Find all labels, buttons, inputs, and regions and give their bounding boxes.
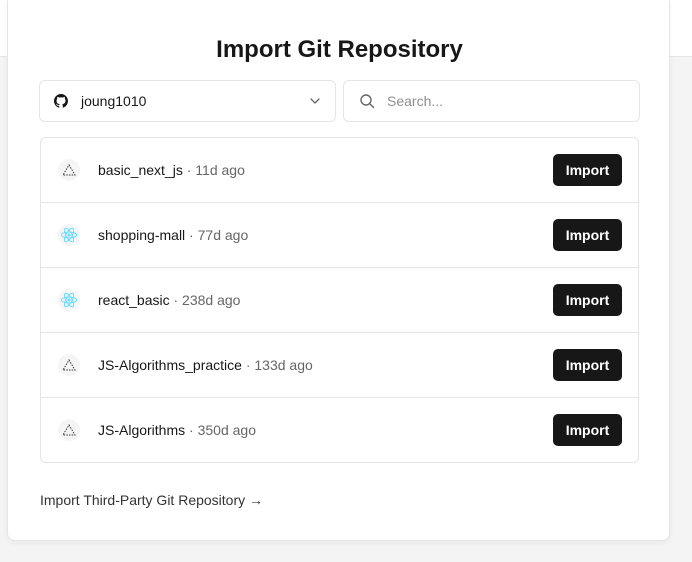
nextjs-triangle-icon: [58, 354, 80, 376]
repo-row: JS-Algorithms · 350d ago Import: [41, 398, 638, 462]
separator: ·: [182, 162, 196, 178]
repo-age: 11d ago: [195, 162, 245, 178]
repo-age: 238d ago: [182, 292, 241, 308]
import-button[interactable]: Import: [553, 284, 622, 316]
chevron-down-icon: [309, 95, 321, 107]
repo-title[interactable]: react_basic · 238d ago: [98, 292, 240, 308]
account-name: joung1010: [81, 93, 147, 109]
repo-row: JS-Algorithms_practice · 133d ago Import: [41, 333, 638, 398]
repo-row: basic_next_js · 11d ago Import: [41, 138, 638, 203]
repo-title[interactable]: JS-Algorithms · 350d ago: [98, 422, 256, 438]
repo-name: basic_next_js: [98, 162, 183, 178]
separator: ·: [169, 292, 183, 308]
import-repository-card: Import Git Repository joung1010 basic_ne…: [7, 0, 670, 541]
separator: ·: [185, 227, 198, 243]
repo-title[interactable]: basic_next_js · 11d ago: [98, 162, 245, 178]
repo-age: 133d ago: [254, 357, 313, 373]
separator: ·: [241, 357, 255, 373]
page-title: Import Git Repository: [216, 36, 463, 63]
repo-row: react_basic · 238d ago Import: [41, 268, 638, 333]
repo-age: 350d ago: [197, 422, 256, 438]
separator: ·: [185, 422, 198, 438]
repo-name: JS-Algorithms: [98, 422, 186, 438]
search-icon: [359, 93, 375, 109]
react-atom-icon: [58, 289, 80, 311]
repo-age: 77d ago: [197, 227, 249, 243]
repo-row: shopping-mall · 77d ago Import: [41, 203, 638, 268]
import-third-party-link[interactable]: Import Third-Party Git Repository →: [40, 492, 263, 508]
nextjs-triangle-icon: [58, 419, 80, 441]
repo-name: react_basic: [98, 292, 170, 308]
import-button[interactable]: Import: [553, 349, 622, 381]
git-account-selector[interactable]: joung1010: [39, 80, 336, 122]
search-input[interactable]: [387, 93, 627, 109]
repository-list: basic_next_js · 11d ago Import shopping-…: [40, 137, 639, 463]
repo-name: shopping-mall: [98, 227, 186, 243]
react-atom-icon: [58, 224, 80, 246]
search-box[interactable]: [343, 80, 640, 122]
repo-name: JS-Algorithms_practice: [98, 357, 242, 373]
nextjs-triangle-icon: [58, 159, 80, 181]
repo-title[interactable]: shopping-mall · 77d ago: [98, 227, 248, 243]
repo-title[interactable]: JS-Algorithms_practice · 133d ago: [98, 357, 313, 373]
import-button[interactable]: Import: [553, 219, 622, 251]
import-button[interactable]: Import: [553, 414, 622, 446]
import-button[interactable]: Import: [553, 154, 622, 186]
github-icon: [54, 94, 68, 108]
